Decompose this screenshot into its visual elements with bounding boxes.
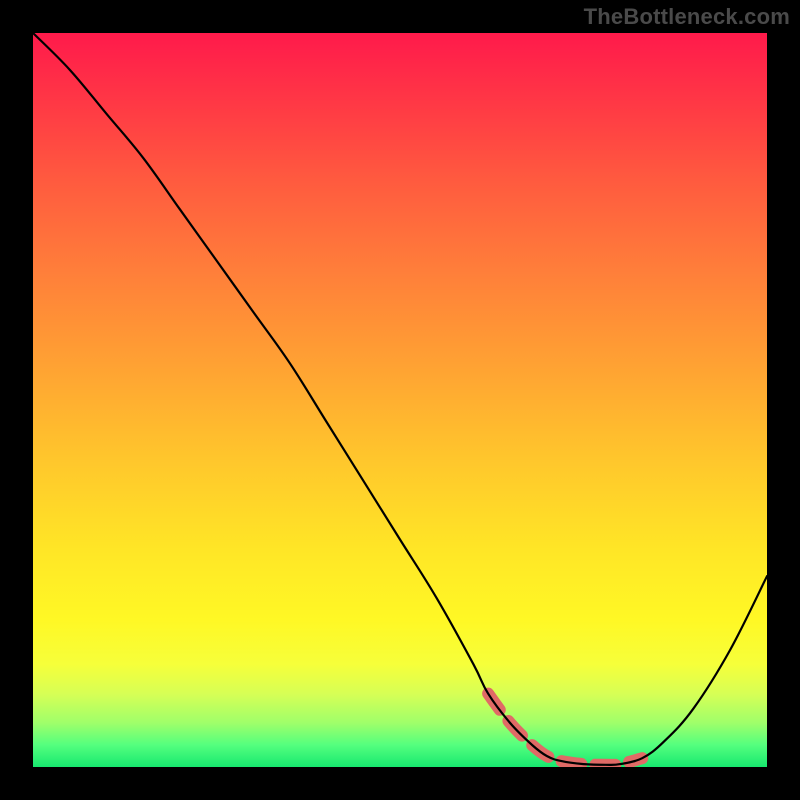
watermark-text: TheBottleneck.com	[584, 4, 790, 30]
chart-svg	[33, 33, 767, 767]
chart-frame: TheBottleneck.com	[0, 0, 800, 800]
plot-area	[33, 33, 767, 767]
bottleneck-curve	[33, 33, 767, 765]
highlight-segment	[488, 694, 642, 765]
